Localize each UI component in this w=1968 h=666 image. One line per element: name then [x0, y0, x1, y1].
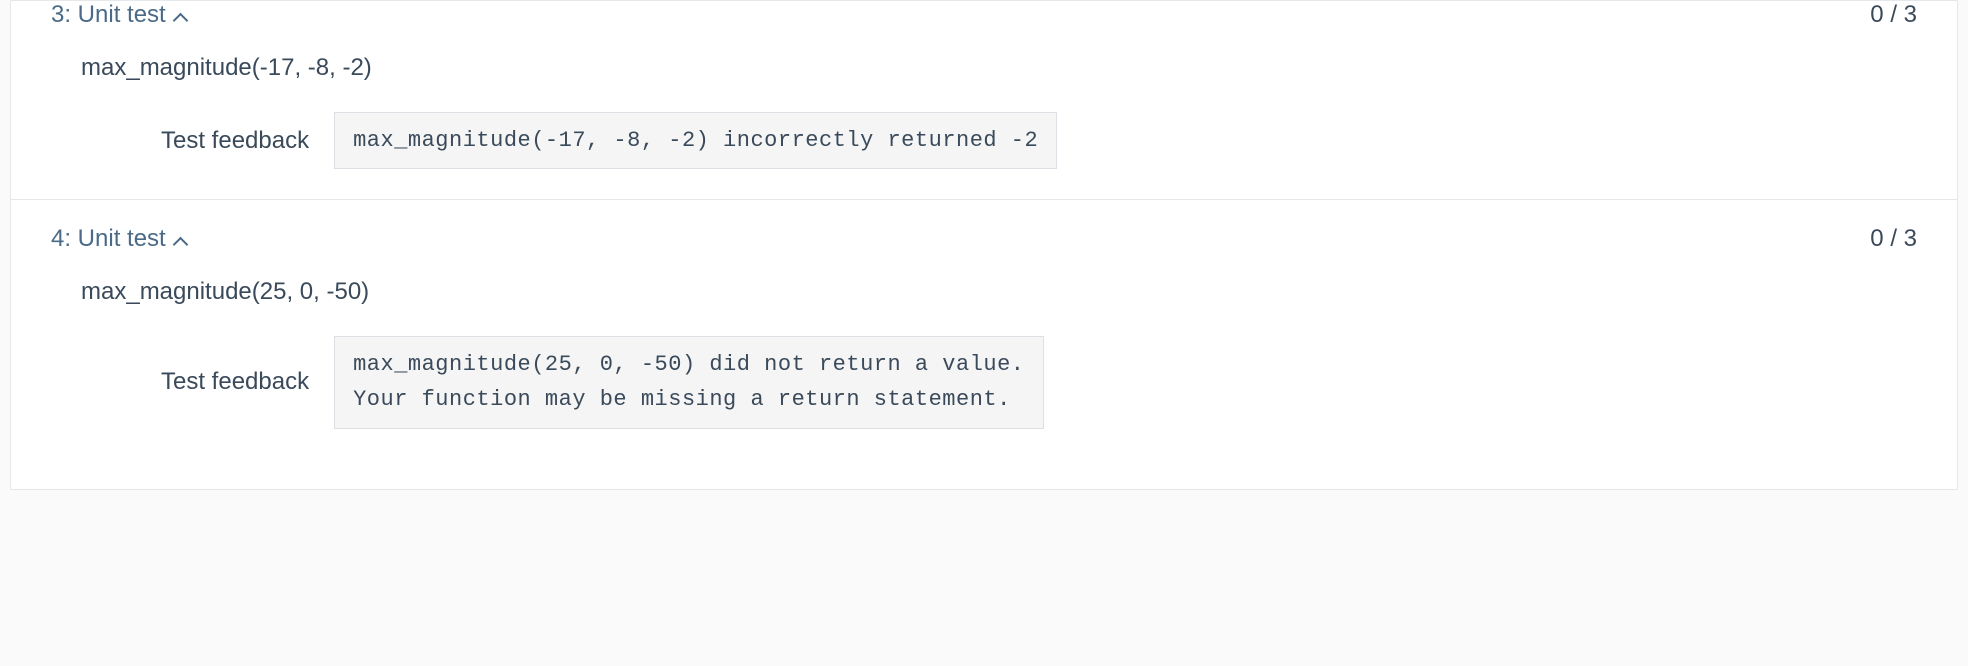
test-score: 0 / 3	[1870, 225, 1917, 253]
test-title-text: 4: Unit test	[51, 225, 166, 253]
feedback-label: Test feedback	[161, 127, 309, 155]
feedback-label: Test feedback	[161, 368, 309, 396]
feedback-row: Test feedback max_magnitude(25, 0, -50) …	[161, 336, 1917, 428]
feedback-row: Test feedback max_magnitude(-17, -8, -2)…	[161, 112, 1917, 169]
feedback-box: max_magnitude(25, 0, -50) did not return…	[334, 336, 1043, 428]
chevron-up-icon[interactable]	[174, 12, 188, 26]
test-call: max_magnitude(25, 0, -50)	[81, 278, 1917, 306]
test-title-text: 3: Unit test	[51, 1, 166, 29]
feedback-box: max_magnitude(-17, -8, -2) incorrectly r…	[334, 112, 1057, 169]
test-header-row[interactable]: 3: Unit test 0 / 3	[51, 1, 1917, 29]
test-header-row[interactable]: 4: Unit test 0 / 3	[51, 225, 1917, 253]
test-call: max_magnitude(-17, -8, -2)	[81, 54, 1917, 82]
test-results-panel: 3: Unit test 0 / 3 max_magnitude(-17, -8…	[10, 0, 1958, 490]
chevron-up-icon[interactable]	[174, 236, 188, 250]
test-block: 3: Unit test 0 / 3 max_magnitude(-17, -8…	[11, 1, 1957, 199]
test-title: 3: Unit test	[51, 1, 188, 29]
test-block: 4: Unit test 0 / 3 max_magnitude(25, 0, …	[11, 199, 1957, 458]
test-score: 0 / 3	[1870, 1, 1917, 29]
test-title: 4: Unit test	[51, 225, 188, 253]
